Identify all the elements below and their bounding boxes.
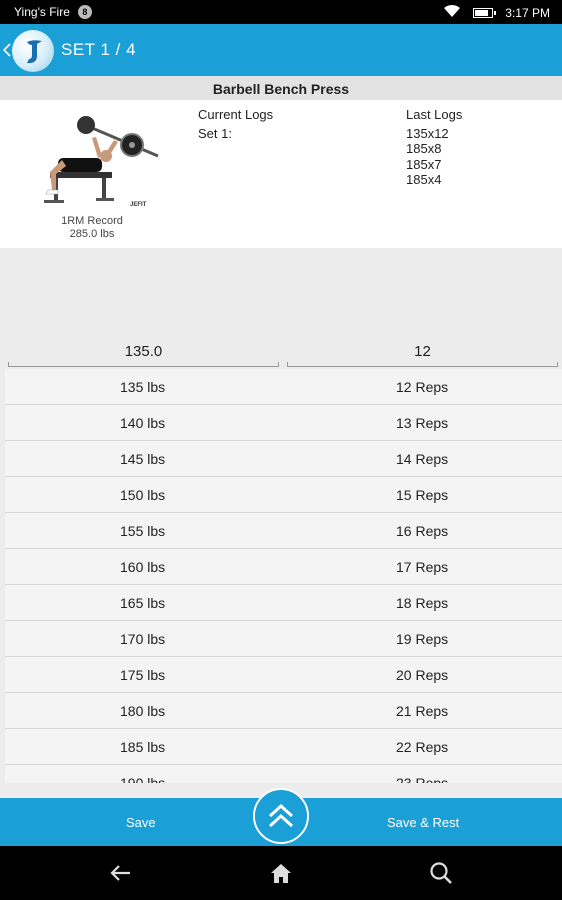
last-log-line: 185x7: [406, 156, 442, 172]
weight-input-underline: [8, 362, 279, 367]
weight-option[interactable]: 175 lbs: [120, 667, 165, 683]
reps-option[interactable]: 14 Reps: [396, 451, 448, 467]
picker-row[interactable]: 185 lbs 22 Reps: [5, 729, 562, 765]
home-icon[interactable]: [268, 860, 294, 891]
picker-row[interactable]: 150 lbs 15 Reps: [5, 477, 562, 513]
weight-option[interactable]: 180 lbs: [120, 703, 165, 719]
last-logs: Last Logs 135x12 185x8 185x7 185x4: [406, 107, 462, 188]
app-bar: SET 1 / 4: [0, 24, 562, 76]
picker-row[interactable]: 145 lbs 14 Reps: [5, 441, 562, 477]
reps-option[interactable]: 16 Reps: [396, 523, 448, 539]
reps-input[interactable]: 12: [287, 343, 558, 360]
picker-row[interactable]: 180 lbs 21 Reps: [5, 693, 562, 729]
weight-option[interactable]: 185 lbs: [120, 739, 165, 755]
picker-header: 135.0 12: [0, 340, 562, 370]
reps-option[interactable]: 20 Reps: [396, 667, 448, 683]
picker-row[interactable]: 135 lbs 12 Reps: [5, 369, 562, 405]
last-logs-heading: Last Logs: [406, 107, 463, 122]
exercise-image: JEFIT: [40, 110, 166, 210]
picker-row[interactable]: 155 lbs 16 Reps: [5, 513, 562, 549]
current-log-line: Set 1:: [198, 125, 232, 141]
reps-option[interactable]: 13 Reps: [396, 415, 448, 431]
weight-option[interactable]: 160 lbs: [120, 559, 165, 575]
reps-option[interactable]: 21 Reps: [396, 703, 448, 719]
one-rm-label: 1RM Record: [61, 215, 123, 227]
home-up-button[interactable]: [0, 24, 60, 76]
expand-up-button[interactable]: [253, 788, 309, 844]
reps-option[interactable]: 23 Reps: [396, 775, 448, 783]
save-button[interactable]: Save: [126, 815, 156, 830]
weight-option[interactable]: 190 lbs: [120, 775, 165, 783]
picker-row[interactable]: 165 lbs 18 Reps: [5, 585, 562, 621]
picker-row[interactable]: 190 lbs 23 Reps: [5, 765, 562, 783]
system-nav-bar: [0, 846, 562, 900]
jefit-watermark: JEFIT: [130, 202, 147, 208]
last-log-line: 185x4: [406, 172, 442, 187]
weight-option[interactable]: 135 lbs: [120, 379, 165, 395]
status-bar: Ying's Fire 8 3:17 PM: [0, 0, 562, 24]
weight-option[interactable]: 155 lbs: [120, 523, 165, 539]
weight-option[interactable]: 170 lbs: [120, 631, 165, 647]
last-log-line: 185x8: [406, 141, 442, 156]
jefit-logo: [12, 30, 54, 72]
picker-row[interactable]: 160 lbs 17 Reps: [5, 549, 562, 585]
reps-option[interactable]: 12 Reps: [396, 379, 448, 395]
exercise-title: Barbell Bench Press: [0, 76, 562, 100]
notification-badge: 8: [77, 5, 92, 19]
network-name: Ying's Fire: [14, 5, 70, 19]
battery-icon: [473, 7, 497, 18]
reps-option[interactable]: 17 Reps: [396, 559, 448, 575]
page-title: SET 1 / 4: [61, 40, 137, 59]
weight-option[interactable]: 145 lbs: [120, 451, 165, 467]
reps-option[interactable]: 18 Reps: [396, 595, 448, 611]
exercise-info-panel: JEFIT 1RM Record 285.0 lbs Current Logs …: [0, 100, 562, 248]
save-and-rest-button[interactable]: Save & Rest: [387, 815, 459, 830]
picker-row[interactable]: 140 lbs 13 Reps: [5, 405, 562, 441]
wifi-icon: [443, 4, 461, 21]
last-log-line: 135x12: [406, 125, 449, 141]
reps-option[interactable]: 15 Reps: [396, 487, 448, 503]
bottom-action-bar: Save Save & Rest: [0, 788, 562, 846]
one-rm-value: 285.0 lbs: [69, 228, 115, 240]
back-arrow-icon: [3, 43, 11, 57]
current-logs-heading: Current Logs: [198, 107, 274, 122]
picker-row[interactable]: 175 lbs 20 Reps: [5, 657, 562, 693]
clock: 3:17 PM: [505, 5, 550, 20]
weight-reps-picker-list[interactable]: 135 lbs 12 Reps 140 lbs 13 Reps 145 lbs 14 …: [5, 369, 562, 783]
double-chevron-up-icon: [268, 803, 294, 828]
picker-row[interactable]: 170 lbs 19 Reps: [5, 621, 562, 657]
weight-input[interactable]: 135.0: [8, 343, 279, 360]
weight-option[interactable]: 140 lbs: [120, 415, 165, 431]
back-icon[interactable]: [108, 860, 134, 891]
weight-option[interactable]: 165 lbs: [120, 595, 165, 611]
reps-option[interactable]: 19 Reps: [396, 631, 448, 647]
search-icon[interactable]: [428, 860, 454, 891]
reps-option[interactable]: 22 Reps: [396, 739, 448, 755]
current-logs: Current Logs Set 1:: [198, 107, 273, 141]
reps-input-underline: [287, 362, 558, 367]
weight-option[interactable]: 150 lbs: [120, 487, 165, 503]
